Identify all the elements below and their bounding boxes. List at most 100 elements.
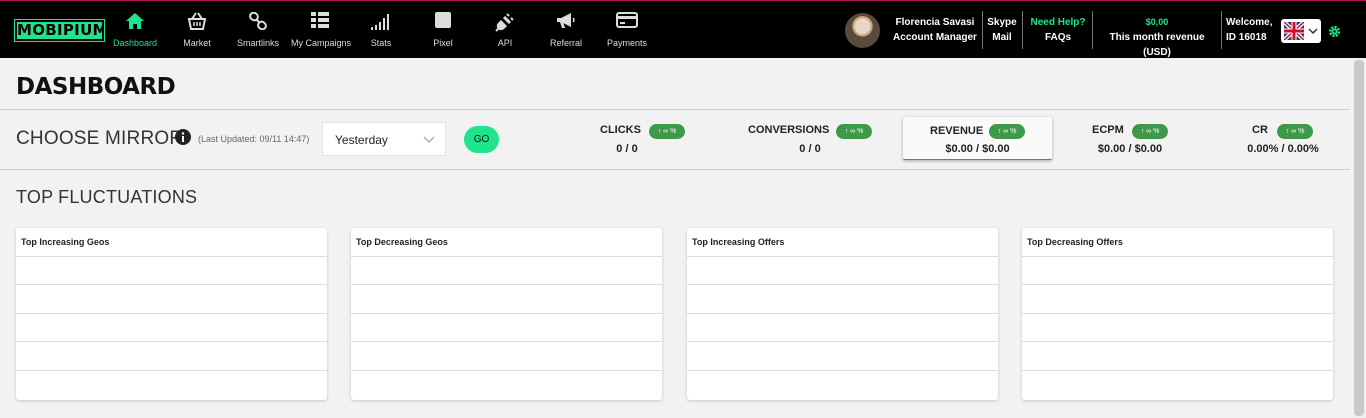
contact-links: Skype Mail (985, 15, 1019, 45)
signal-bars-icon (371, 14, 389, 30)
nav-label: Dashboard (112, 38, 158, 48)
nav-market[interactable]: Market (175, 1, 219, 59)
scrollbar-thumb[interactable] (1354, 60, 1364, 416)
top-fluctuations-title: TOP FLUCTUATIONS (16, 187, 198, 207)
stat-value: 0.00% / 0.00% (1247, 143, 1319, 155)
stat-name: REVENUE (930, 125, 984, 137)
account-manager[interactable]: Florencia Savasi Account Manager (890, 15, 980, 45)
link-icon (249, 12, 267, 30)
stat-conversions: CONVERSIONS ↑ ∞ % 0 / 0 (747, 124, 873, 156)
stat-name: ECPM (1092, 124, 1124, 136)
trend-badge: ↑ ∞ % (1132, 124, 1168, 139)
grid-list-icon (311, 12, 329, 28)
go-button[interactable]: GO (464, 126, 499, 153)
basket-icon (187, 12, 207, 30)
nav-label: Market (183, 38, 211, 48)
panel-top-increasing-offers: Top Increasing Offers (687, 228, 998, 400)
nav-payments[interactable]: Payments (606, 1, 648, 59)
gear-icon[interactable] (1328, 25, 1341, 38)
table-row (351, 370, 662, 371)
table-row (1022, 284, 1333, 285)
nav-my-campaigns[interactable]: My Campaigns (291, 1, 352, 59)
nav-label: Stats (370, 38, 392, 48)
trend-badge: ↑ ∞ % (1277, 124, 1313, 139)
trend-badge: ↑ ∞ % (989, 124, 1025, 139)
stat-value: 0 / 0 (616, 143, 638, 155)
vertical-scrollbar[interactable] (1352, 58, 1366, 418)
panel-title: Top Decreasing Geos (356, 237, 448, 247)
table-row (351, 313, 662, 314)
language-selector[interactable] (1281, 19, 1321, 43)
nav-label: Payments (606, 38, 648, 48)
monthly-revenue: $0,00 This month revenue (USD) (1096, 15, 1218, 60)
chevron-down-icon (1308, 28, 1318, 35)
uk-flag-icon (1284, 22, 1304, 40)
panel-title: Top Increasing Geos (21, 237, 110, 247)
trend-badge: ↑ ∞ % (836, 124, 872, 139)
nav-label: My Campaigns (291, 38, 352, 48)
credit-card-icon (616, 12, 638, 28)
nav-label: Pixel (433, 38, 453, 48)
nav-label: Smartlinks (236, 38, 279, 48)
table-row (687, 313, 998, 314)
top-navbar: MOBIPIUM Dashboard Market Smartlinks My … (0, 0, 1366, 58)
table-row (1022, 256, 1333, 257)
table-row (351, 284, 662, 285)
trend-badge: ↑ ∞ % (649, 124, 685, 139)
stat-revenue: REVENUE ↑ ∞ % $0.00 / $0.00 (903, 117, 1052, 160)
revenue-label: This month revenue (USD) (1109, 32, 1205, 58)
mail-link[interactable]: Mail (985, 30, 1019, 45)
nav-dashboard[interactable]: Dashboard (112, 1, 158, 59)
welcome-text: Welcome, (1226, 17, 1273, 28)
user-id: ID 16018 (1226, 32, 1267, 43)
period-select-value: Yesterday (335, 133, 388, 147)
skype-link[interactable]: Skype (985, 15, 1019, 30)
table-row (1022, 341, 1333, 342)
nav-label: API (497, 38, 513, 48)
welcome-block: Welcome, ID 16018 (1226, 15, 1276, 45)
stat-name: CONVERSIONS (748, 124, 830, 136)
nav-referral[interactable]: Referral (546, 1, 586, 59)
table-row (687, 284, 998, 285)
info-icon[interactable] (175, 129, 191, 145)
manager-name: Florencia Savasi (895, 17, 975, 28)
table-row (351, 256, 662, 257)
table-row (687, 341, 998, 342)
last-updated-text: (Last Updated: 09/11 14:47) (198, 134, 310, 144)
nav-stats[interactable]: Stats (361, 1, 401, 59)
table-row (16, 341, 327, 342)
table-row (687, 370, 998, 371)
stat-name: CR (1252, 124, 1268, 136)
nav-label: Referral (549, 38, 582, 48)
stat-cr: CR ↑ ∞ % 0.00% / 0.00% (1238, 124, 1328, 156)
help-links: Need Help? FAQs (1027, 15, 1089, 45)
divider (1221, 11, 1222, 49)
divider (0, 169, 1350, 170)
nav-pixel[interactable]: Pixel (423, 1, 463, 59)
stat-value: 0 / 0 (799, 143, 821, 155)
plug-icon (495, 13, 514, 32)
period-select[interactable]: Yesterday (322, 122, 446, 156)
stat-value: $0.00 / $0.00 (1097, 143, 1163, 155)
need-help-link[interactable]: Need Help? (1027, 15, 1089, 30)
table-row (16, 284, 327, 285)
stat-clicks: CLICKS ↑ ∞ % 0 / 0 (598, 124, 688, 156)
faqs-link[interactable]: FAQs (1027, 30, 1089, 45)
panel-top-increasing-geos: Top Increasing Geos (16, 228, 327, 400)
choose-mirror-label: CHOOSE MIRROR (16, 128, 184, 149)
divider (1092, 11, 1093, 49)
home-icon (126, 13, 144, 29)
revenue-amount: $0,00 (1145, 17, 1169, 27)
table-row (1022, 313, 1333, 314)
megaphone-icon (557, 13, 575, 28)
nav-smartlinks[interactable]: Smartlinks (236, 1, 280, 59)
table-row (351, 341, 662, 342)
panel-top-decreasing-geos: Top Decreasing Geos (351, 228, 662, 400)
panel-top-decreasing-offers: Top Decreasing Offers (1022, 228, 1333, 400)
table-row (16, 370, 327, 371)
table-row (1022, 370, 1333, 371)
nav-api[interactable]: API (485, 1, 525, 59)
account-manager-avatar (845, 13, 880, 48)
page-title: DASHBOARD (16, 74, 176, 100)
brand-logo[interactable]: MOBIPIUM (14, 19, 107, 42)
